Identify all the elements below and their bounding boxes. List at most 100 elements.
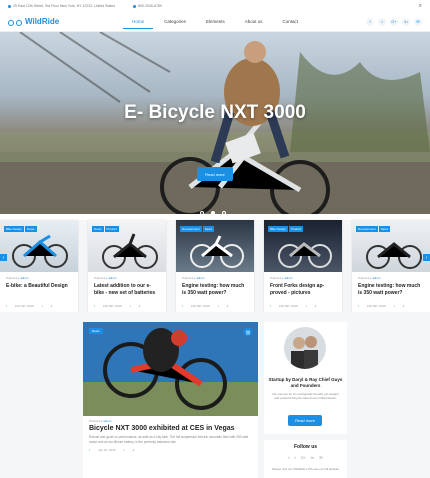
- main-content: News ⛓ Posted by admin Bicycle NXT 3000 …: [0, 312, 430, 478]
- post-meta: Posted by admin: [6, 276, 78, 280]
- nav-about[interactable]: About us: [236, 15, 272, 29]
- carousel-next-arrow[interactable]: ›: [423, 254, 430, 261]
- twitter-icon[interactable]: t: [378, 17, 386, 26]
- brand-name: WildRide: [25, 17, 60, 26]
- tag[interactable]: Development: [180, 226, 202, 232]
- tag[interactable]: Product: [104, 226, 119, 232]
- post-comments: 2: [226, 304, 229, 308]
- linkedin-icon[interactable]: in: [402, 17, 410, 26]
- mail-icon[interactable]: ✉: [414, 17, 422, 26]
- post-card[interactable]: Development News Posted by admin Engine t…: [176, 220, 254, 312]
- nav-home[interactable]: Home: [123, 15, 154, 29]
- post-footer: ▪ Feb 8th, 2016 ▪ 2: [358, 304, 404, 308]
- about-read-more-button[interactable]: Read more: [288, 415, 322, 426]
- mail-icon[interactable]: ✉: [319, 455, 322, 460]
- post-date: Feb 8th, 2016: [367, 304, 386, 308]
- top-info-bar: 25 East 12th Street, 3rd Floor New York,…: [0, 0, 430, 12]
- nav-categories[interactable]: Categories: [155, 15, 195, 29]
- post-footer: ▪ Feb 8th, 2016 ▪ 4: [270, 304, 316, 308]
- tag[interactable]: News: [202, 226, 215, 232]
- hero-read-more-button[interactable]: Read more: [197, 167, 233, 181]
- tag[interactable]: Product: [289, 226, 304, 232]
- follow-widget: Follow us f t G+ in ✉ Please visit our W…: [264, 440, 347, 478]
- tag[interactable]: Bike Design: [268, 226, 289, 232]
- comments-icon: ▪: [217, 304, 219, 308]
- calendar-icon: ▪: [182, 304, 184, 308]
- featured-post-title[interactable]: Bicycle NXT 3000 exhibited at CES in Veg…: [89, 425, 235, 432]
- post-title[interactable]: Engine testing: how much is 350 watt pow…: [182, 283, 248, 297]
- post-carousel: Bike Design News Posted by admin E-bike: …: [0, 220, 430, 312]
- post-comments: 4: [50, 304, 53, 308]
- google-plus-icon[interactable]: G+: [301, 455, 306, 460]
- slider-dot-3[interactable]: [222, 211, 226, 214]
- post-title[interactable]: E-bike: a Beautiful Design: [6, 283, 72, 290]
- slider-dot-2[interactable]: [211, 211, 215, 214]
- post-meta-prefix: Posted by: [358, 276, 372, 280]
- tag[interactable]: Development: [356, 226, 378, 232]
- follow-text: Please visit our WildRide's Wh see our f…: [271, 467, 340, 471]
- post-title[interactable]: Engine testing: how much is 350 watt pow…: [358, 283, 424, 297]
- tag[interactable]: News: [378, 226, 391, 232]
- calendar-icon: ▪: [89, 448, 91, 452]
- featured-post-footer: ▪ Jan 20, 2016 ▪ 4: [89, 448, 134, 452]
- about-title: Startup by Daryl & Ray Chief Guys and Fo…: [268, 377, 343, 388]
- google-plus-icon[interactable]: G+: [390, 17, 398, 26]
- post-footer: ▪ Feb 5th, 2016 ▪ 4: [6, 304, 52, 308]
- tag[interactable]: News: [25, 226, 37, 232]
- post-meta-prefix: Posted by: [6, 276, 20, 280]
- featured-post-image: News ⛓: [83, 322, 258, 416]
- post-card[interactable]: Bike Design News Posted by admin E-bike: …: [0, 220, 78, 312]
- phone: 800-2345-6789: [133, 4, 162, 8]
- post-card[interactable]: Development News Posted by admin Engine t…: [352, 220, 430, 312]
- post-title[interactable]: Latest addition to our e-bike - new set …: [94, 283, 160, 297]
- calendar-icon: ▪: [6, 304, 8, 308]
- featured-post[interactable]: News ⛓ Posted by admin Bicycle NXT 3000 …: [83, 322, 258, 478]
- comments-icon: ▪: [129, 304, 131, 308]
- bicycle-logo-icon: [8, 17, 22, 27]
- post-meta: Posted by admin: [182, 276, 254, 280]
- post-card[interactable]: News Product Posted by admin Latest addit…: [88, 220, 166, 312]
- slider-dot-1[interactable]: [200, 211, 204, 214]
- featured-post-author[interactable]: admin: [103, 419, 111, 423]
- featured-post-date: Jan 20, 2016: [98, 448, 116, 452]
- post-author[interactable]: admin: [196, 276, 204, 280]
- facebook-icon[interactable]: f: [288, 455, 289, 460]
- search-icon[interactable]: ⌕: [419, 3, 422, 10]
- post-author[interactable]: admin: [108, 276, 116, 280]
- featured-post-meta-prefix: Posted by: [89, 419, 103, 423]
- featured-post-tag[interactable]: News: [89, 328, 103, 334]
- post-meta: Posted by admin: [270, 276, 342, 280]
- address: 25 East 12th Street, 3rd Floor New York,…: [8, 4, 115, 8]
- post-author[interactable]: admin: [284, 276, 292, 280]
- post-date: Feb 8th, 2016: [103, 304, 122, 308]
- post-card[interactable]: Bike Design Product Posted by admin Front…: [264, 220, 342, 312]
- tag[interactable]: Bike Design: [4, 226, 25, 232]
- calendar-icon: ▪: [358, 304, 360, 308]
- founders-avatar: [284, 327, 326, 369]
- featured-post-comments: 4: [132, 448, 135, 452]
- post-footer: ▪ Feb 8th, 2016 ▪ 4: [94, 304, 140, 308]
- featured-post-meta: Posted by admin: [89, 419, 111, 423]
- nav-contact[interactable]: Contact: [273, 15, 307, 29]
- facebook-icon[interactable]: f: [366, 17, 374, 26]
- post-tags: Bike Design News: [4, 226, 37, 232]
- calendar-icon: ▪: [270, 304, 272, 308]
- twitter-icon[interactable]: t: [295, 455, 296, 460]
- comments-icon: ▪: [41, 304, 43, 308]
- post-author[interactable]: admin: [20, 276, 28, 280]
- post-image: Bike Design News: [0, 220, 78, 272]
- post-meta-prefix: Posted by: [270, 276, 284, 280]
- post-title[interactable]: Front Forks design ap-proved - pictures: [270, 283, 336, 297]
- main-nav: Home Categories Elements About us Contac…: [123, 15, 307, 29]
- post-author[interactable]: admin: [372, 276, 380, 280]
- location-icon: [8, 4, 11, 8]
- post-tags: News Product: [92, 226, 119, 232]
- slider-dots: [200, 211, 226, 214]
- tag[interactable]: News: [92, 226, 104, 232]
- carousel-prev-arrow[interactable]: ‹: [0, 254, 7, 261]
- hero-title: E- Bicycle NXT 3000: [124, 102, 306, 123]
- linkedin-icon[interactable]: in: [311, 455, 314, 460]
- logo[interactable]: WildRide: [8, 17, 59, 27]
- nav-elements[interactable]: Elements: [197, 15, 234, 29]
- link-icon[interactable]: ⛓: [244, 328, 252, 336]
